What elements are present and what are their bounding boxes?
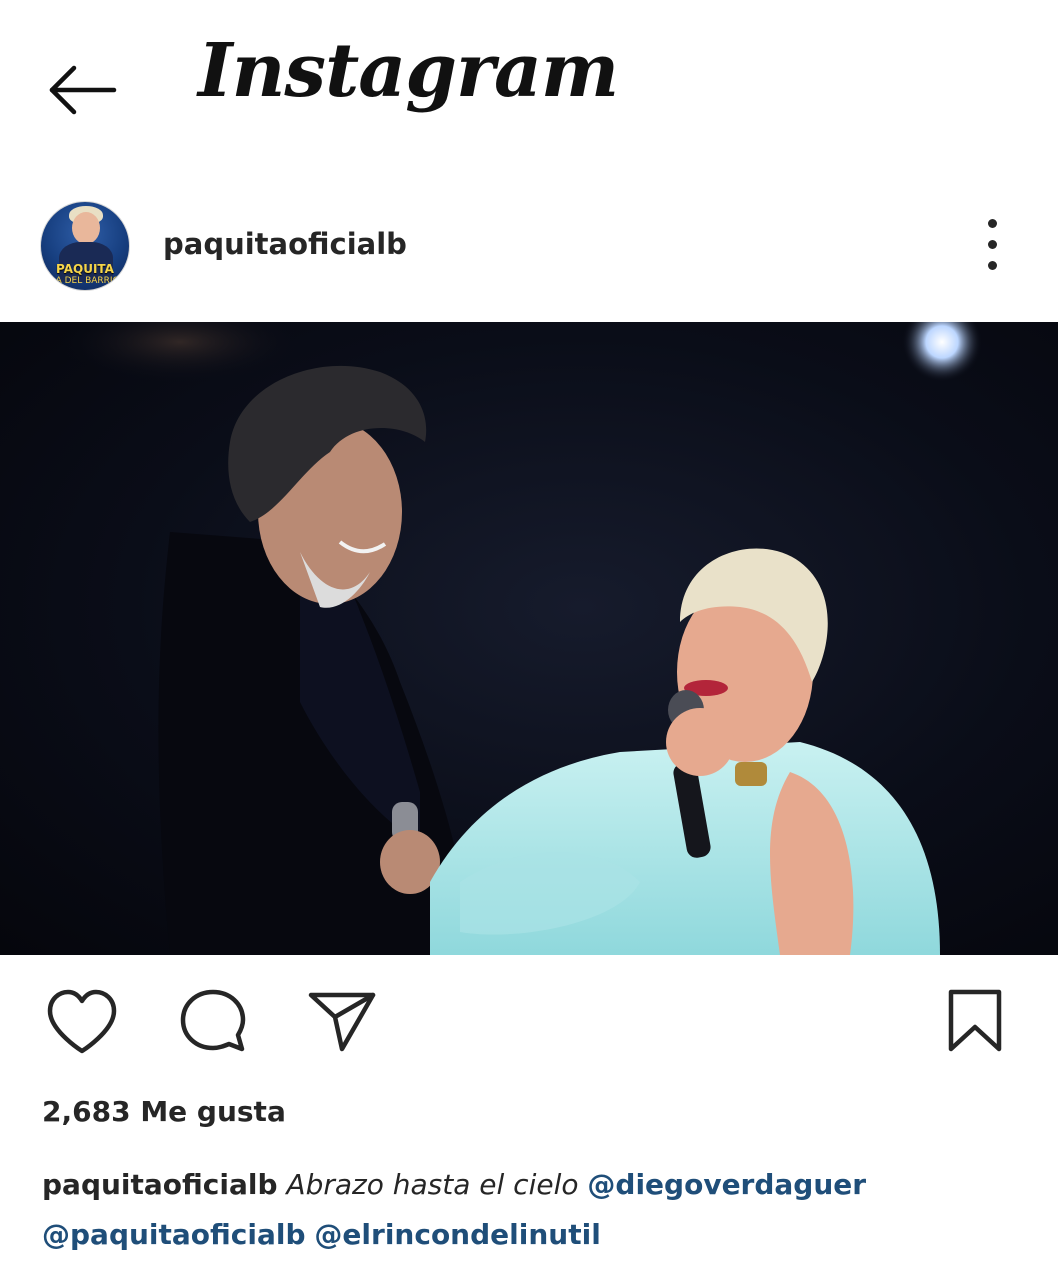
heart-icon[interactable] [44,987,120,1057]
avatar-face [72,212,100,244]
top-bar: Instagram [0,0,1058,170]
instagram-logo: Instagram [198,28,619,114]
avatar-label: PAQUITA [56,262,114,276]
post-username[interactable]: paquitaoficialb [163,227,407,261]
caption-username[interactable]: paquitaoficialb [42,1168,278,1201]
comment-icon[interactable] [176,987,250,1059]
avatar[interactable]: PAQUITA LA DEL BARRIO [40,201,130,291]
man-figure [158,365,470,955]
back-arrow-icon[interactable] [44,58,120,122]
mention-link[interactable]: @paquitaoficialb [42,1218,306,1251]
avatar-sublabel: LA DEL BARRIO [50,276,120,286]
post-actions [0,975,1058,1075]
bookmark-icon[interactable] [944,987,1006,1055]
mention-link[interactable]: @diegoverdaguer [587,1168,866,1201]
woman-figure [430,548,940,955]
mention-link[interactable]: @elrincondelinutil [314,1218,600,1251]
post-header: PAQUITA LA DEL BARRIO paquitaoficialb [0,195,1058,305]
send-icon[interactable] [306,989,378,1055]
likes-count[interactable]: 2,683 Me gusta [42,1095,286,1128]
post-photo[interactable] [0,322,1058,955]
more-vertical-icon[interactable] [978,217,1008,273]
concert-photo-illustration [60,322,982,955]
caption-text: Abrazo hasta el cielo [286,1168,579,1201]
post-caption: paquitaoficialb Abrazo hasta el cielo @d… [42,1160,1022,1260]
